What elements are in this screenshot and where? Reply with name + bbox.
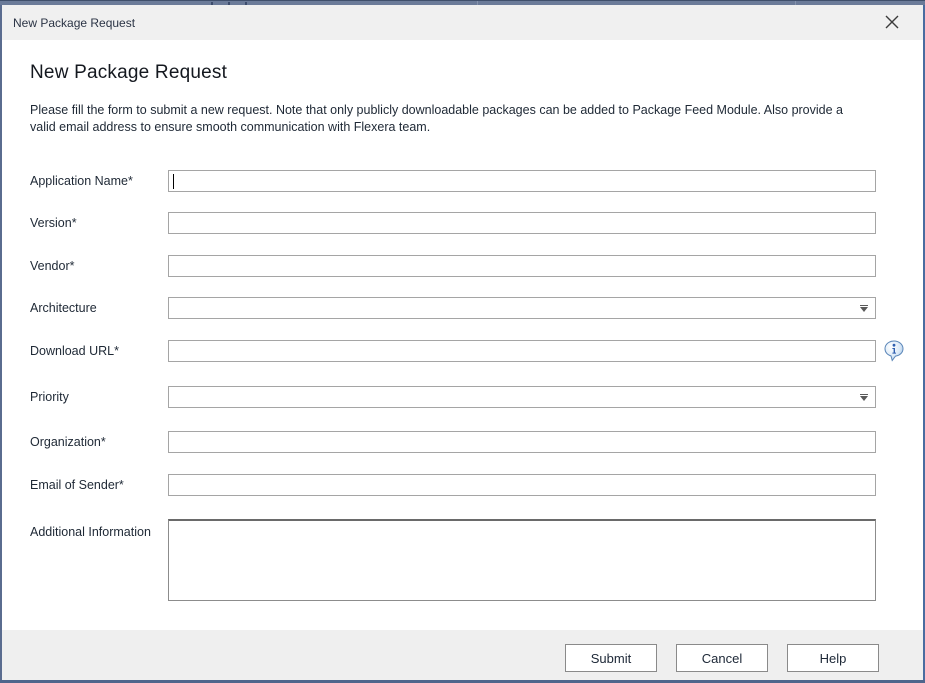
email-of-sender-input[interactable]: [169, 475, 875, 495]
page-title: New Package Request: [30, 62, 227, 84]
chevron-down-icon: [860, 396, 868, 401]
architecture-select[interactable]: [168, 297, 876, 319]
new-package-request-dialog: New Package Request New Package Request …: [0, 0, 925, 683]
form-row-application-name: Application Name*: [30, 170, 878, 192]
dialog-footer: Submit Cancel Help: [2, 630, 923, 680]
vendor-field[interactable]: [168, 255, 876, 277]
organization-input[interactable]: [169, 432, 875, 452]
help-button[interactable]: Help: [787, 644, 879, 672]
submit-button[interactable]: Submit: [565, 644, 657, 672]
form-row-vendor: Vendor*: [30, 255, 878, 277]
dialog-titlebar: New Package Request: [2, 5, 923, 40]
form-row-email-of-sender: Email of Sender*: [30, 474, 878, 496]
architecture-label: Architecture: [30, 301, 168, 315]
version-label: Version*: [30, 216, 168, 230]
version-field[interactable]: [168, 212, 876, 234]
additional-information-textarea[interactable]: [169, 521, 875, 600]
version-input[interactable]: [169, 213, 875, 233]
info-balloon-icon[interactable]: [884, 340, 904, 363]
vendor-input[interactable]: [169, 256, 875, 276]
additional-information-label: Additional Information: [30, 525, 168, 539]
form-row-download-url: Download URL*: [30, 340, 878, 362]
form-row-organization: Organization*: [30, 431, 878, 453]
close-button[interactable]: [879, 9, 905, 35]
additional-information-field[interactable]: [168, 519, 876, 601]
application-name-label: Application Name*: [30, 174, 168, 188]
priority-label: Priority: [30, 390, 168, 404]
form-row-priority: Priority: [30, 386, 878, 408]
dialog-title: New Package Request: [13, 16, 135, 30]
text-caret: [173, 174, 174, 189]
cancel-button[interactable]: Cancel: [676, 644, 768, 672]
organization-field[interactable]: [168, 431, 876, 453]
organization-label: Organization*: [30, 435, 168, 449]
download-url-field[interactable]: [168, 340, 876, 362]
email-of-sender-label: Email of Sender*: [30, 478, 168, 492]
application-name-field[interactable]: [168, 170, 876, 192]
vendor-label: Vendor*: [30, 259, 168, 273]
form-row-additional-information: Additional Information: [30, 519, 878, 601]
chevron-down-icon: [860, 307, 868, 312]
form-row-version: Version*: [30, 212, 878, 234]
priority-select[interactable]: [168, 386, 876, 408]
form-row-architecture: Architecture: [30, 297, 878, 319]
application-name-input[interactable]: [169, 171, 875, 191]
download-url-input[interactable]: [169, 341, 875, 361]
form-description: Please fill the form to submit a new req…: [30, 102, 870, 135]
close-icon: [885, 15, 899, 29]
email-of-sender-field[interactable]: [168, 474, 876, 496]
download-url-label: Download URL*: [30, 344, 168, 358]
